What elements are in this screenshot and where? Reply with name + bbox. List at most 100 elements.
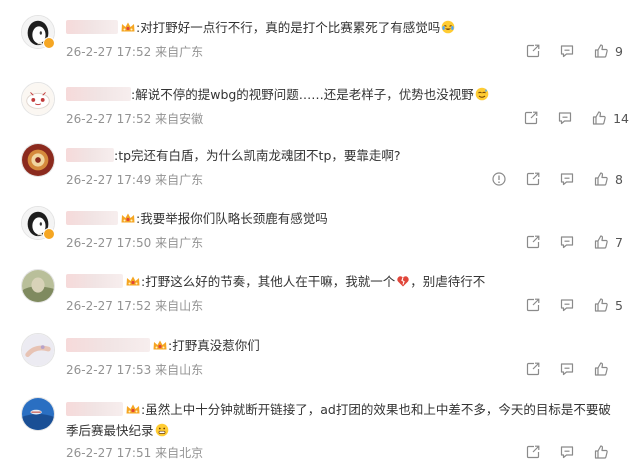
location: 来自山东 bbox=[155, 363, 204, 377]
comment-text: :打野真没惹你们 bbox=[66, 335, 621, 356]
grimace-emoji-icon bbox=[155, 423, 169, 437]
comment-text: :解说不停的提wbg的视野问题……还是老样子，优势也没视野 bbox=[66, 84, 621, 105]
comment-icon[interactable] bbox=[559, 171, 575, 187]
comment-item: :打野真没惹你们 26-2-27 17:53 来自山东 bbox=[0, 333, 641, 393]
thumbs-up-icon bbox=[591, 110, 607, 126]
comment-text: :虽然上中十分钟就断开链接了，ad打团的效果也和上中差不多，今天的目标是不要破季… bbox=[66, 399, 621, 441]
username[interactable] bbox=[66, 274, 123, 288]
share-icon[interactable] bbox=[525, 361, 541, 377]
comment-text: :tp完还有白盾，为什么凯南龙魂团不tp，要靠走啊? bbox=[66, 145, 621, 166]
timestamp: 26-2-27 17:52 bbox=[66, 112, 152, 126]
like-button[interactable]: 9 bbox=[593, 43, 629, 59]
like-button[interactable]: 8 bbox=[593, 171, 629, 187]
comment-meta: 26-2-27 17:52 来自山东 bbox=[66, 297, 203, 314]
comment-meta: 26-2-27 17:51 来自北京 bbox=[66, 444, 203, 461]
comment-body: 打野真没惹你们 bbox=[172, 338, 260, 353]
share-icon[interactable] bbox=[525, 297, 541, 313]
heartbreak-emoji-icon bbox=[396, 274, 410, 288]
thumbs-up-icon bbox=[593, 43, 609, 59]
comment-text: :打野这么好的节奏，其他人在干嘛，我就一个 ，别虐待行不 bbox=[66, 271, 621, 292]
comment-item: :解说不停的提wbg的视野问题……还是老样子，优势也没视野 26-2-27 17… bbox=[0, 82, 641, 142]
comment-body-continued: ，别虐待行不 bbox=[410, 274, 486, 289]
comment-body: tp完还有白盾，为什么凯南龙魂团不tp，要靠走啊? bbox=[118, 148, 401, 163]
like-count: 7 bbox=[615, 234, 623, 250]
share-icon[interactable] bbox=[525, 171, 541, 187]
location: 来自广东 bbox=[155, 173, 204, 187]
comment-meta: 26-2-27 17:50 来自广东 bbox=[66, 234, 203, 251]
username[interactable] bbox=[66, 402, 123, 416]
avatar[interactable] bbox=[21, 82, 55, 116]
username[interactable] bbox=[66, 148, 114, 162]
vip-crown-icon bbox=[152, 339, 168, 351]
comment-text: :对打野好一点行不行，真的是打个比赛累死了有感觉吗 bbox=[66, 17, 621, 38]
username[interactable] bbox=[66, 87, 131, 101]
comment-icon[interactable] bbox=[559, 361, 575, 377]
thumbs-up-icon bbox=[593, 234, 609, 250]
like-button[interactable] bbox=[593, 444, 629, 460]
thumbs-up-icon bbox=[593, 361, 609, 377]
comment-actions: 14 bbox=[505, 110, 629, 126]
like-count: 8 bbox=[615, 171, 623, 187]
comment-body: 虽然上中十分钟就断开链接了，ad打团的效果也和上中差不多，今天的目标是不要破季后… bbox=[66, 402, 611, 438]
comment-icon[interactable] bbox=[559, 444, 575, 460]
thumbs-up-icon bbox=[593, 171, 609, 187]
like-count: 9 bbox=[615, 43, 623, 59]
location: 来自山东 bbox=[155, 299, 204, 313]
like-button[interactable]: 14 bbox=[591, 110, 629, 126]
verified-badge-icon bbox=[43, 228, 55, 240]
share-icon[interactable] bbox=[525, 234, 541, 250]
thumbs-up-icon bbox=[593, 444, 609, 460]
comment-body: 对打野好一点行不行，真的是打个比赛累死了有感觉吗 bbox=[140, 20, 441, 35]
comment-icon[interactable] bbox=[557, 110, 573, 126]
vip-crown-icon bbox=[125, 275, 141, 287]
comment-actions bbox=[507, 444, 629, 460]
verified-badge-icon bbox=[43, 37, 55, 49]
avatar[interactable] bbox=[21, 143, 55, 177]
comment-item: :我要举报你们队略长颈鹿有感觉吗 26-2-27 17:50 来自广东 7 bbox=[0, 206, 641, 266]
location: 来自安徽 bbox=[155, 112, 204, 126]
comment-meta: 26-2-27 17:52 来自广东 bbox=[66, 43, 203, 60]
thumbs-up-icon bbox=[593, 297, 609, 313]
comment-meta: 26-2-27 17:52 来自安徽 bbox=[66, 110, 203, 127]
comment-body: 解说不停的提wbg的视野问题……还是老样子，优势也没视野 bbox=[135, 87, 474, 102]
crying-laughing-emoji-icon bbox=[441, 20, 455, 34]
like-button[interactable] bbox=[593, 361, 629, 377]
comment-actions: 8 bbox=[473, 171, 629, 187]
avatar[interactable] bbox=[21, 397, 55, 431]
like-count: 5 bbox=[615, 297, 623, 313]
timestamp: 26-2-27 17:51 bbox=[66, 446, 152, 460]
comment-actions: 5 bbox=[507, 297, 629, 313]
share-icon[interactable] bbox=[523, 110, 539, 126]
vip-crown-icon bbox=[120, 212, 136, 224]
timestamp: 26-2-27 17:52 bbox=[66, 299, 152, 313]
timestamp: 26-2-27 17:52 bbox=[66, 45, 152, 59]
share-icon[interactable] bbox=[525, 43, 541, 59]
comment-item: :tp完还有白盾，为什么凯南龙魂团不tp，要靠走啊? 26-2-27 17:49… bbox=[0, 143, 641, 203]
location: 来自广东 bbox=[155, 45, 204, 59]
share-icon[interactable] bbox=[525, 444, 541, 460]
avatar[interactable] bbox=[21, 269, 55, 303]
location: 来自北京 bbox=[155, 446, 204, 460]
comment-icon[interactable] bbox=[559, 43, 575, 59]
timestamp: 26-2-27 17:50 bbox=[66, 236, 152, 250]
comment-item: :虽然上中十分钟就断开链接了，ad打团的效果也和上中差不多，今天的目标是不要破季… bbox=[0, 397, 641, 474]
comment-item: :打野这么好的节奏，其他人在干嘛，我就一个 ，别虐待行不 26-2-27 17:5… bbox=[0, 269, 641, 329]
comment-text: :我要举报你们队略长颈鹿有感觉吗 bbox=[66, 208, 621, 229]
like-button[interactable]: 5 bbox=[593, 297, 629, 313]
username[interactable] bbox=[66, 211, 118, 225]
sweat-smile-emoji-icon bbox=[475, 87, 489, 101]
comment-item: :对打野好一点行不行，真的是打个比赛累死了有感觉吗 26-2-27 17:52 … bbox=[0, 15, 641, 75]
like-button[interactable]: 7 bbox=[593, 234, 629, 250]
comment-body: 打野这么好的节奏，其他人在干嘛，我就一个 bbox=[145, 274, 396, 289]
comment-icon[interactable] bbox=[559, 297, 575, 313]
report-icon[interactable] bbox=[491, 171, 507, 187]
avatar[interactable] bbox=[21, 333, 55, 367]
timestamp: 26-2-27 17:49 bbox=[66, 173, 152, 187]
comment-actions bbox=[507, 361, 629, 377]
comment-icon[interactable] bbox=[559, 234, 575, 250]
vip-crown-icon bbox=[125, 403, 141, 415]
username[interactable] bbox=[66, 338, 150, 352]
like-count: 14 bbox=[613, 110, 629, 126]
comment-actions: 7 bbox=[507, 234, 629, 250]
username[interactable] bbox=[66, 20, 118, 34]
